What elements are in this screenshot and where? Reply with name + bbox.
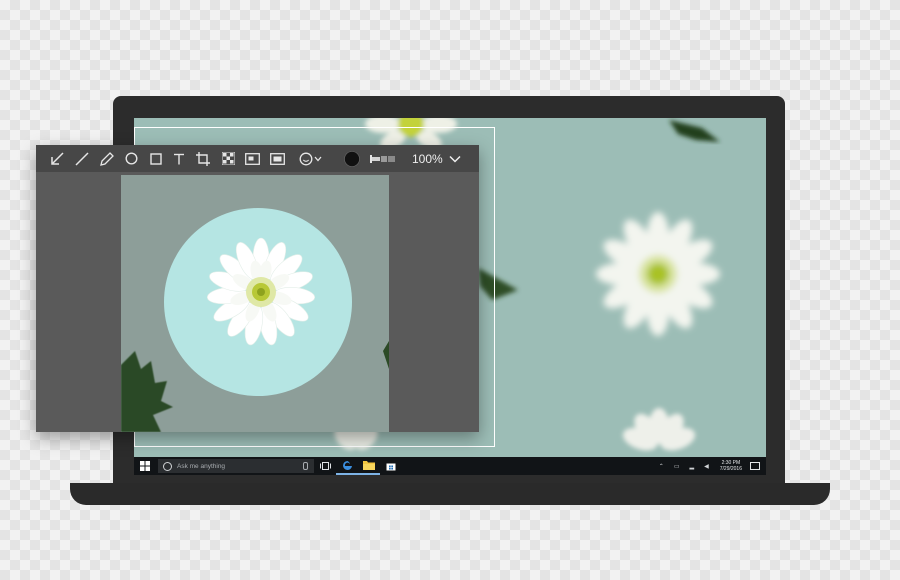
taskbar: Ask me anything ⌃ ▭ ▂ ◀ 2:30 PM 7/29/201…	[134, 457, 766, 475]
line-tool-button[interactable]	[71, 145, 93, 172]
edge-taskbar-button[interactable]	[336, 457, 358, 475]
system-tray: ⌃ ▭ ▂ ◀ 2:30 PM 7/29/2016	[654, 457, 766, 475]
window-capture-icon	[244, 152, 260, 165]
start-button[interactable]	[134, 457, 156, 475]
emoji-smiley-icon	[299, 152, 322, 165]
arrow-tool-button[interactable]	[46, 145, 68, 172]
square-icon	[150, 152, 162, 165]
zoom-level-label: 100%	[412, 151, 443, 166]
task-view-icon	[319, 462, 331, 470]
volume-icon[interactable]: ◀	[704, 463, 709, 470]
microphone-icon[interactable]	[303, 462, 308, 470]
file-explorer-taskbar-button[interactable]	[358, 457, 380, 475]
region-capture-icon	[269, 152, 285, 165]
snip-image-canvas[interactable]	[121, 175, 389, 432]
rectangle-tool-button[interactable]	[145, 145, 167, 172]
circle-icon	[124, 152, 138, 165]
search-placeholder: Ask me anything	[177, 462, 226, 470]
chevron-down-icon	[449, 155, 461, 163]
text-t-icon	[174, 153, 184, 164]
thickness-slider-button[interactable]	[369, 145, 397, 172]
line-icon	[75, 151, 89, 166]
crop-tool-button[interactable]	[192, 145, 214, 172]
snip-toolbar: 100%	[36, 145, 479, 172]
text-tool-button[interactable]	[168, 145, 190, 172]
ellipse-tool-button[interactable]	[120, 145, 142, 172]
task-view-button[interactable]	[314, 457, 336, 475]
crop-icon	[196, 151, 210, 166]
stroke-thickness-icon	[370, 154, 395, 163]
pixelate-icon	[221, 152, 235, 165]
edge-browser-icon	[342, 460, 352, 470]
store-bag-icon	[386, 463, 396, 471]
cortana-icon	[163, 461, 172, 471]
clock-date: 7/29/2016	[719, 466, 742, 472]
pen-tool-button[interactable]	[96, 145, 118, 172]
zoom-dropdown[interactable]: 100%	[412, 145, 462, 172]
taskbar-clock[interactable]: 2:30 PM 7/29/2016	[720, 460, 742, 472]
folder-icon	[363, 461, 375, 470]
pixelate-tool-button[interactable]	[217, 145, 239, 172]
action-center-icon[interactable]	[750, 462, 760, 470]
window-capture-button[interactable]	[241, 145, 263, 172]
cortana-search-box[interactable]: Ask me anything	[158, 459, 314, 473]
arrow-icon	[51, 151, 64, 165]
windows-logo-icon	[140, 461, 150, 471]
region-capture-button[interactable]	[266, 145, 288, 172]
color-swatch-icon	[344, 150, 360, 167]
captured-flower-image	[121, 175, 389, 432]
network-icon[interactable]: ▂	[690, 463, 695, 470]
laptop-base	[70, 483, 830, 505]
show-hidden-icons-chevron-icon[interactable]: ⌃	[659, 463, 664, 470]
emoji-dropdown-button[interactable]	[297, 145, 327, 172]
snip-editor-window: 100%	[36, 145, 479, 432]
battery-icon[interactable]: ▭	[674, 463, 680, 470]
store-taskbar-button[interactable]	[380, 457, 402, 475]
pencil-icon	[100, 151, 114, 166]
color-picker-button[interactable]	[341, 145, 363, 172]
